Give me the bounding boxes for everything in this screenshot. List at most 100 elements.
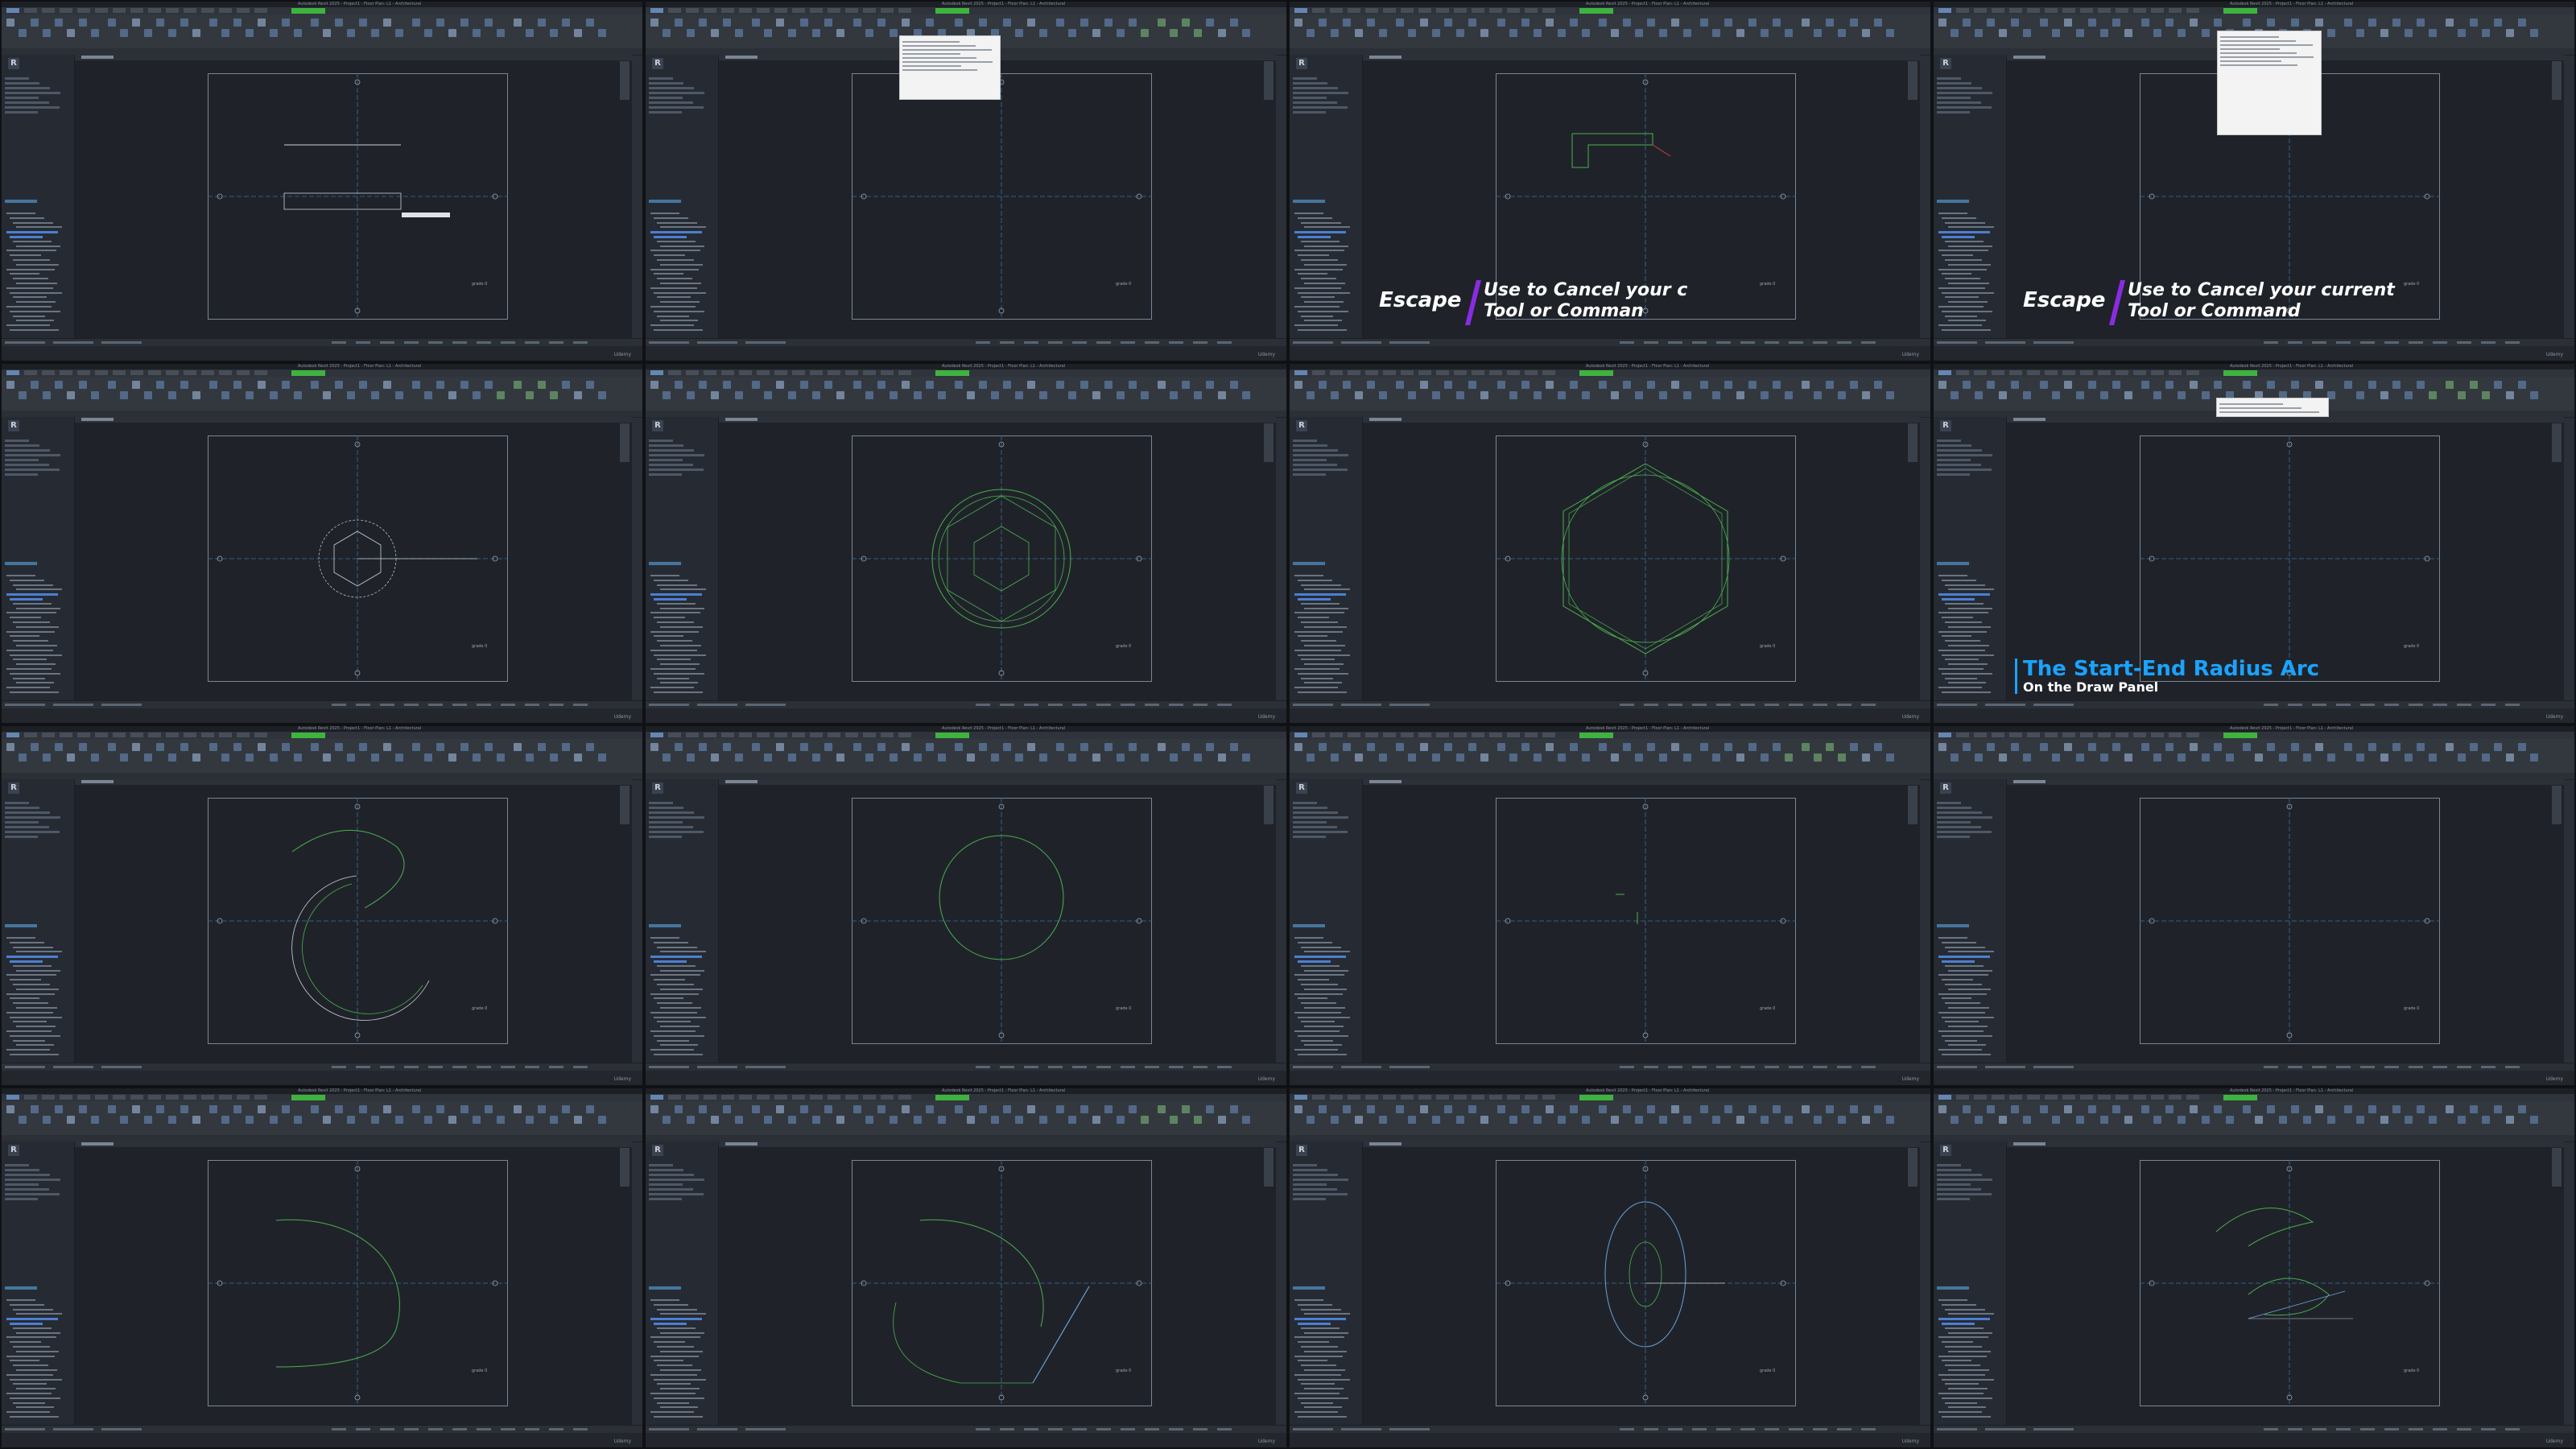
- ribbon-tool-icon[interactable]: [1570, 743, 1578, 751]
- ribbon-tool-icon[interactable]: [1056, 19, 1064, 27]
- browser-tree-item[interactable]: [1938, 1336, 1988, 1339]
- browser-tree-item[interactable]: [1294, 630, 1343, 633]
- browser-tree-item[interactable]: [1942, 691, 1991, 693]
- ribbon-tool-icon[interactable]: [562, 743, 570, 751]
- ribbon-tab[interactable]: [668, 8, 681, 13]
- ribbon-tool-icon[interactable]: [1420, 19, 1428, 27]
- ribbon-tab[interactable]: [739, 8, 752, 13]
- browser-tree-item[interactable]: [650, 575, 679, 576]
- ribbon-tool-icon[interactable]: [1611, 391, 1619, 399]
- browser-tree-item[interactable]: [1298, 1054, 1347, 1055]
- ribbon-tool-icon[interactable]: [221, 29, 229, 37]
- browser-tree-item[interactable]: [6, 1049, 50, 1051]
- ribbon-tool-icon[interactable]: [1080, 743, 1088, 751]
- ribbon-tool-icon[interactable]: [347, 29, 355, 37]
- ribbon-tool-icon[interactable]: [485, 743, 493, 751]
- browser-tree-item[interactable]: [1948, 988, 1991, 990]
- browser-tree-item[interactable]: [660, 263, 703, 266]
- ribbon-tool-icon[interactable]: [1938, 743, 1946, 751]
- browser-tree-item[interactable]: [6, 649, 53, 651]
- ribbon-tab[interactable]: [1454, 8, 1467, 13]
- ribbon-tool-icon[interactable]: [1218, 391, 1226, 399]
- ribbon-tool-icon[interactable]: [209, 743, 217, 751]
- ribbon-tool-icon[interactable]: [2506, 753, 2514, 762]
- browser-tree-item[interactable]: [657, 1402, 689, 1404]
- browser-tree-item[interactable]: [6, 630, 55, 633]
- status-item[interactable]: [2505, 1428, 2520, 1430]
- browser-tree-item[interactable]: [13, 1308, 53, 1311]
- ribbon-tool-icon[interactable]: [1582, 391, 1590, 399]
- browser-tree-item[interactable]: [10, 329, 59, 331]
- browser-tree-item[interactable]: [1942, 1397, 1992, 1399]
- ribbon-tab[interactable]: [2186, 370, 2199, 375]
- browser-tree-item[interactable]: [1301, 1002, 1336, 1005]
- ribbon-tab[interactable]: [42, 370, 55, 375]
- ribbon-tool-icon[interactable]: [209, 19, 217, 27]
- ribbon-tool-icon[interactable]: [2112, 381, 2120, 389]
- ribbon-tool-icon[interactable]: [2417, 743, 2425, 751]
- browser-tree-item[interactable]: [13, 984, 50, 985]
- ribbon-tab[interactable]: [757, 8, 770, 13]
- browser-tree-item[interactable]: [1938, 956, 1990, 959]
- browser-tree-item[interactable]: [660, 301, 700, 303]
- browser-tree-item[interactable]: [1298, 310, 1348, 312]
- ribbon-tool-icon[interactable]: [485, 19, 493, 27]
- ribbon-tool-icon[interactable]: [2088, 19, 2096, 27]
- ribbon-tab[interactable]: [2009, 733, 2022, 737]
- ribbon-tab[interactable]: [6, 370, 19, 375]
- ribbon-tool-icon[interactable]: [526, 391, 534, 399]
- ribbon-tool-icon[interactable]: [6, 1105, 14, 1113]
- ribbon-tab[interactable]: [863, 733, 876, 737]
- ribbon-tool-icon[interactable]: [2076, 391, 2084, 399]
- ribbon-tab[interactable]: [95, 733, 108, 737]
- browser-tree-item[interactable]: [1942, 672, 1992, 675]
- ribbon-tab[interactable]: [650, 8, 663, 13]
- status-item[interactable]: [2409, 1066, 2423, 1068]
- ribbon-tool-icon[interactable]: [192, 391, 200, 399]
- browser-tree-item[interactable]: [660, 226, 706, 229]
- ribbon-tool-icon[interactable]: [120, 391, 128, 399]
- ribbon-tool-icon[interactable]: [538, 381, 546, 389]
- ribbon-tab[interactable]: [113, 370, 126, 375]
- ribbon-tool-icon[interactable]: [1015, 753, 1023, 762]
- browser-tree-item[interactable]: [10, 1397, 60, 1399]
- ribbon-tab[interactable]: [2186, 733, 2199, 737]
- ribbon-tool-icon[interactable]: [711, 1116, 719, 1124]
- ribbon-tab[interactable]: [1294, 8, 1307, 13]
- browser-tree-item[interactable]: [1942, 1378, 1994, 1381]
- ribbon-tool-icon[interactable]: [19, 29, 27, 37]
- browser-tree-item[interactable]: [6, 231, 58, 234]
- ribbon-tool-icon[interactable]: [788, 29, 796, 37]
- ribbon-tool-icon[interactable]: [1408, 753, 1416, 762]
- browser-tree-item[interactable]: [16, 263, 59, 266]
- browser-tree-item[interactable]: [650, 1318, 702, 1321]
- status-item[interactable]: [1861, 704, 1876, 706]
- browser-tree-item[interactable]: [1938, 1318, 1990, 1321]
- ribbon-tool-icon[interactable]: [31, 743, 39, 751]
- ribbon-tool-icon[interactable]: [144, 753, 152, 762]
- browser-tree-item[interactable]: [654, 941, 688, 943]
- ribbon-tab[interactable]: [2169, 370, 2182, 375]
- browser-tree-item[interactable]: [13, 221, 53, 224]
- status-item[interactable]: [525, 704, 539, 706]
- ribbon-tool-icon[interactable]: [1182, 1105, 1190, 1113]
- ribbon-tool-icon[interactable]: [1558, 1116, 1566, 1124]
- ribbon-tab[interactable]: [2116, 370, 2128, 375]
- ribbon-tool-icon[interactable]: [776, 381, 784, 389]
- ribbon-tool-icon[interactable]: [1838, 29, 1846, 37]
- status-item[interactable]: [1861, 1066, 1876, 1068]
- ribbon-tool-icon[interactable]: [436, 1105, 444, 1113]
- status-item[interactable]: [2457, 1066, 2471, 1068]
- browser-tree-item[interactable]: [1948, 1331, 1992, 1334]
- ribbon-tab[interactable]: [113, 1095, 126, 1100]
- browser-tree-item[interactable]: [1298, 1034, 1348, 1037]
- status-item[interactable]: [549, 1428, 564, 1430]
- status-item[interactable]: [525, 1066, 539, 1068]
- ribbon-tool-icon[interactable]: [1294, 381, 1302, 389]
- ribbon-tool-icon[interactable]: [1117, 753, 1125, 762]
- ribbon-tool-icon[interactable]: [335, 743, 343, 751]
- ribbon-tool-icon[interactable]: [1027, 743, 1035, 751]
- ribbon-tool-icon[interactable]: [108, 19, 116, 27]
- ribbon-tool-icon[interactable]: [2291, 743, 2299, 751]
- ribbon-tool-icon[interactable]: [1748, 381, 1757, 389]
